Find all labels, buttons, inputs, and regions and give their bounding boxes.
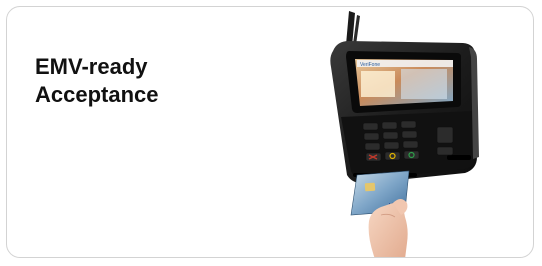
keypad-key-4 xyxy=(363,132,380,141)
keypad-key-5 xyxy=(382,131,399,140)
payment-terminal-image: VeriFone xyxy=(330,11,479,257)
keypad-key-1 xyxy=(362,122,379,131)
headline-line-2: Acceptance xyxy=(35,82,159,107)
screen-brand-label: VeriFone xyxy=(360,62,380,68)
headline-line-1: EMV-ready xyxy=(35,54,148,79)
keypad-key-8 xyxy=(383,141,400,150)
keypad-key-9 xyxy=(402,140,419,149)
feature-card: EMV-ready Acceptance VeriFone xyxy=(6,6,534,258)
card-headline: EMV-ready Acceptance xyxy=(35,53,225,109)
keypad-key-7 xyxy=(364,142,381,151)
keypad-key-2 xyxy=(381,121,398,130)
keypad-key-3 xyxy=(400,120,417,129)
terminal-screen: VeriFone xyxy=(346,51,461,113)
keypad-key-6 xyxy=(401,130,418,139)
